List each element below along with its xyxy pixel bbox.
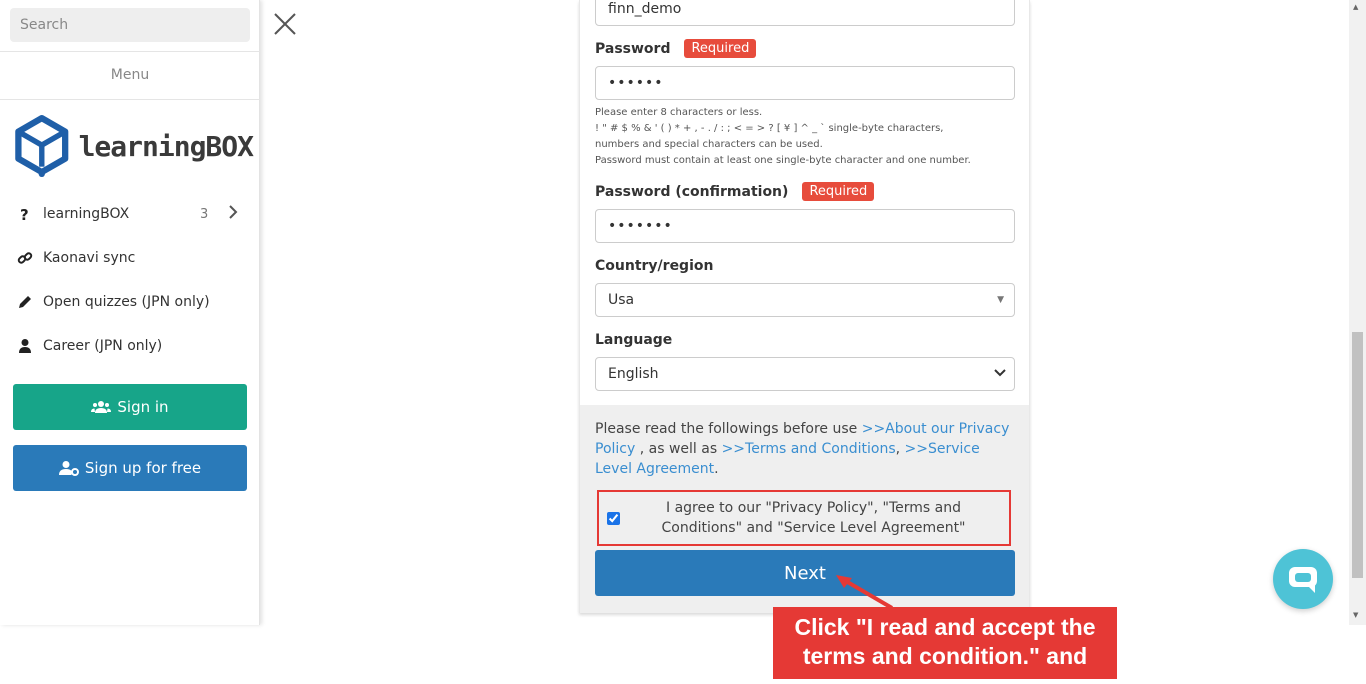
sign-in-button[interactable]: Sign in (13, 384, 247, 430)
username-field[interactable]: finn_demo (595, 0, 1015, 26)
scrollbar[interactable]: ▲ ▼ (1349, 0, 1366, 625)
dropdown-arrow-icon: ▼ (997, 295, 1004, 305)
password-confirm-label: Password (confirmation) Required (595, 182, 875, 201)
agreement-highlight-box: I agree to our "Privacy Policy", "Terms … (597, 490, 1011, 546)
sidebar-item-learningbox[interactable]: ? learningBOX 3 (0, 194, 260, 234)
country-select[interactable]: Usa ▼ (595, 283, 1015, 317)
scroll-down-icon[interactable]: ▼ (1353, 611, 1358, 619)
agree-connector: , as well as (635, 441, 722, 457)
scroll-thumb[interactable] (1352, 332, 1363, 578)
password-confirm-field[interactable]: ••••••• (595, 209, 1015, 243)
username-value: finn_demo (608, 1, 682, 17)
password-hint: Please enter 8 characters or less. ! " #… (595, 105, 1015, 169)
logo-text: learningBOX (78, 129, 254, 163)
chat-icon (1289, 567, 1317, 593)
language-label: Language (595, 332, 673, 348)
hint-line: Password must contain at least one singl… (595, 155, 971, 166)
hint-line: ! " # $ % & ' ( ) * + , - . / : ; < = > … (595, 123, 944, 134)
hint-line: Please enter 8 characters or less. (595, 107, 763, 118)
agreement-section: Please read the followings before use >>… (580, 405, 1029, 613)
comma: , (895, 441, 905, 457)
password-field[interactable]: •••••• (595, 66, 1015, 100)
search-input[interactable] (10, 8, 250, 42)
sidebar-item-career[interactable]: Career (JPN only) (0, 326, 260, 366)
menu-label: Menu (0, 51, 260, 100)
next-button[interactable]: Next (595, 550, 1015, 596)
hint-line: numbers and special characters can be us… (595, 139, 823, 150)
required-badge: Required (802, 182, 875, 201)
sign-up-label: Sign up for free (84, 459, 202, 477)
cube-logo-icon (15, 114, 69, 178)
password-confirm-label-text: Password (confirmation) (595, 183, 789, 200)
annotation-callout: Click "I read and accept the terms and c… (773, 607, 1117, 679)
users-icon (91, 401, 112, 413)
question-icon: ? (16, 205, 34, 223)
svg-text:?: ? (20, 206, 29, 222)
language-select[interactable]: English (595, 357, 1015, 391)
signup-form-panel: finn_demo Password Required •••••• Pleas… (579, 0, 1030, 613)
sidebar-item-label: learningBOX (43, 206, 130, 222)
scroll-up-icon[interactable]: ▲ (1353, 3, 1358, 11)
language-value: English (608, 366, 659, 382)
password-value: •••••• (608, 75, 664, 91)
sidebar: Menu learningBOX ? learningBOX 3 Kaonavi… (0, 0, 260, 625)
password-confirm-value: ••••••• (608, 218, 673, 234)
link-icon (16, 249, 34, 267)
sidebar-item-label: Open quizzes (JPN only) (43, 294, 210, 310)
sidebar-item-label: Career (JPN only) (43, 338, 163, 354)
chevron-down-icon (994, 368, 1006, 380)
agree-checkbox[interactable] (607, 511, 620, 525)
sidebar-item-kaonavi-sync[interactable]: Kaonavi sync (0, 238, 260, 278)
user-icon (16, 337, 34, 355)
agreement-text: Please read the followings before use >>… (595, 419, 1015, 479)
terms-link[interactable]: >>Terms and Conditions (722, 441, 896, 457)
user-cog-icon (58, 461, 79, 476)
item-count: 3 (200, 206, 209, 222)
sidebar-item-open-quizzes[interactable]: Open quizzes (JPN only) (0, 282, 260, 322)
period: . (714, 461, 719, 477)
learningbox-logo[interactable]: learningBOX (13, 110, 254, 182)
pencil-icon (16, 293, 34, 311)
country-value: Usa (608, 292, 635, 308)
password-label-text: Password (595, 40, 671, 57)
agree-checkbox-label[interactable]: I agree to our "Privacy Policy", "Terms … (626, 498, 1001, 538)
chevron-right-icon[interactable] (228, 204, 238, 225)
sign-in-label: Sign in (117, 398, 169, 416)
password-label: Password Required (595, 39, 757, 58)
agree-intro: Please read the followings before use (595, 421, 862, 437)
sign-up-button[interactable]: Sign up for free (13, 445, 247, 491)
required-badge: Required (684, 39, 757, 58)
chat-button[interactable] (1273, 549, 1333, 609)
annotation-arrow-icon (836, 575, 894, 610)
country-label: Country/region (595, 258, 714, 274)
sidebar-item-label: Kaonavi sync (43, 250, 136, 266)
close-icon[interactable] (271, 10, 299, 38)
